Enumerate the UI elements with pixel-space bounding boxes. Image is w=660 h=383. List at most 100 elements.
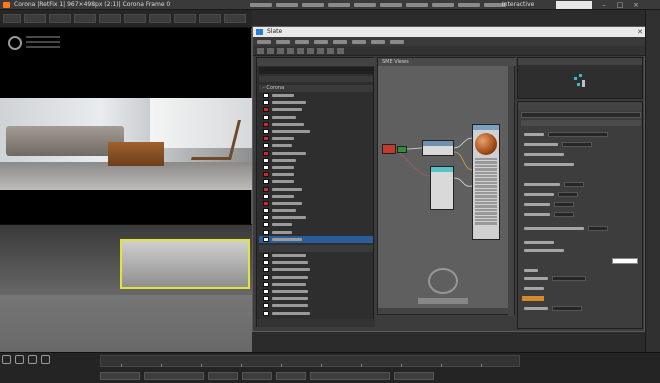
orbit-icon[interactable]	[28, 355, 37, 364]
material-name-field[interactable]	[521, 112, 641, 118]
sme-menu-item[interactable]	[371, 39, 385, 44]
close-icon[interactable]: ✕	[637, 27, 643, 37]
list-item[interactable]	[259, 266, 373, 273]
list-item[interactable]	[259, 185, 373, 192]
list-item[interactable]	[259, 229, 373, 236]
minimize-icon[interactable]: –	[600, 1, 608, 9]
menu-item[interactable]	[406, 3, 428, 7]
vfb-tool-button[interactable]	[149, 14, 171, 23]
timeline[interactable]	[100, 355, 520, 367]
sme-menu-item[interactable]	[352, 39, 366, 44]
list-item[interactable]	[259, 150, 373, 157]
browser-search-input[interactable]	[259, 67, 373, 74]
list-item[interactable]	[259, 252, 373, 259]
sme-menu-item[interactable]	[333, 39, 347, 44]
view-scrollbar-horizontal[interactable]	[378, 308, 510, 314]
tool-icon[interactable]	[257, 48, 264, 54]
sme-menu-item[interactable]	[276, 39, 290, 44]
vfb-tool-button[interactable]	[199, 14, 221, 23]
list-item[interactable]	[259, 99, 373, 106]
rollout-header[interactable]	[521, 120, 641, 126]
list-item[interactable]	[259, 164, 373, 171]
browser-group-header[interactable]	[259, 244, 373, 252]
close-icon[interactable]: ×	[632, 1, 640, 9]
list-item[interactable]	[259, 259, 373, 266]
vfb-tool-button[interactable]	[3, 14, 21, 23]
viewport-selected-object[interactable]	[120, 239, 250, 289]
maximize-viewport-icon[interactable]	[41, 355, 50, 364]
param-field[interactable]	[588, 226, 608, 231]
maximize-icon[interactable]: □	[616, 1, 624, 9]
node-view[interactable]: SME Views	[377, 57, 516, 316]
menu-item[interactable]	[432, 3, 454, 7]
tool-icon[interactable]	[307, 48, 314, 54]
list-item[interactable]	[259, 281, 373, 288]
sme-menu-item[interactable]	[295, 39, 309, 44]
list-item[interactable]	[259, 171, 373, 178]
menu-item[interactable]	[328, 3, 350, 7]
list-item[interactable]	[259, 178, 373, 185]
vfb-tool-button[interactable]	[124, 14, 146, 23]
max-viewport[interactable]	[0, 224, 252, 353]
mix-map-node[interactable]	[430, 166, 454, 210]
menu-item[interactable]	[276, 3, 298, 7]
list-item[interactable]	[259, 121, 373, 128]
menu-item[interactable]	[354, 3, 376, 7]
sme-menu-item[interactable]	[257, 39, 271, 44]
tool-icon[interactable]	[337, 48, 344, 54]
list-item[interactable]	[259, 309, 373, 316]
param-field[interactable]	[554, 212, 574, 217]
zoom-icon[interactable]	[2, 355, 11, 364]
tool-icon[interactable]	[297, 48, 304, 54]
param-field[interactable]	[548, 132, 608, 137]
list-item[interactable]	[259, 295, 373, 302]
list-item[interactable]	[259, 128, 373, 135]
vfb-tool-button[interactable]	[224, 14, 246, 23]
param-field[interactable]	[554, 202, 574, 207]
tool-icon[interactable]	[327, 48, 334, 54]
browser-tab[interactable]	[259, 76, 373, 82]
list-item[interactable]	[259, 214, 373, 221]
vfb-tool-button[interactable]	[49, 14, 71, 23]
menu-interactive[interactable]: Interactive	[502, 1, 534, 8]
param-field[interactable]	[558, 192, 578, 197]
menu-item[interactable]	[302, 3, 324, 7]
vfb-tool-button[interactable]	[174, 14, 196, 23]
menu-item[interactable]	[458, 3, 480, 7]
list-item[interactable]	[259, 200, 373, 207]
menu-item[interactable]	[380, 3, 402, 7]
list-item[interactable]	[259, 92, 373, 99]
vfb-tool-button[interactable]	[24, 14, 46, 23]
pan-icon[interactable]	[15, 355, 24, 364]
list-item[interactable]	[259, 135, 373, 142]
navigator-panel[interactable]	[517, 57, 643, 99]
param-field[interactable]	[552, 276, 586, 281]
param-field[interactable]	[564, 182, 584, 187]
param-field[interactable]	[562, 142, 592, 147]
list-item[interactable]	[259, 302, 373, 309]
list-item[interactable]	[259, 114, 373, 121]
list-item[interactable]	[259, 274, 373, 281]
vfb-tool-button[interactable]	[99, 14, 121, 23]
corona-material-node[interactable]	[472, 124, 500, 240]
tool-icon[interactable]	[277, 48, 284, 54]
list-item-selected[interactable]	[259, 235, 373, 243]
list-item[interactable]	[259, 106, 373, 113]
menu-item[interactable]	[250, 3, 272, 7]
browser-group-header[interactable]: - Corona	[259, 85, 373, 92]
tool-icon[interactable]	[317, 48, 324, 54]
tool-icon[interactable]	[287, 48, 294, 54]
list-item[interactable]	[259, 142, 373, 149]
highlight-field[interactable]	[522, 296, 544, 301]
list-item[interactable]	[259, 207, 373, 214]
bitmap-node[interactable]	[382, 144, 396, 154]
color-correct-node[interactable]	[422, 140, 454, 156]
vfb-tool-button[interactable]	[74, 14, 96, 23]
list-item[interactable]	[259, 288, 373, 295]
list-item[interactable]	[259, 193, 373, 200]
sme-menu-item[interactable]	[390, 39, 404, 44]
sme-menu-item[interactable]	[314, 39, 328, 44]
param-field[interactable]	[552, 306, 582, 311]
view-scrollbar-vertical[interactable]	[508, 66, 514, 316]
list-item[interactable]	[259, 221, 373, 228]
